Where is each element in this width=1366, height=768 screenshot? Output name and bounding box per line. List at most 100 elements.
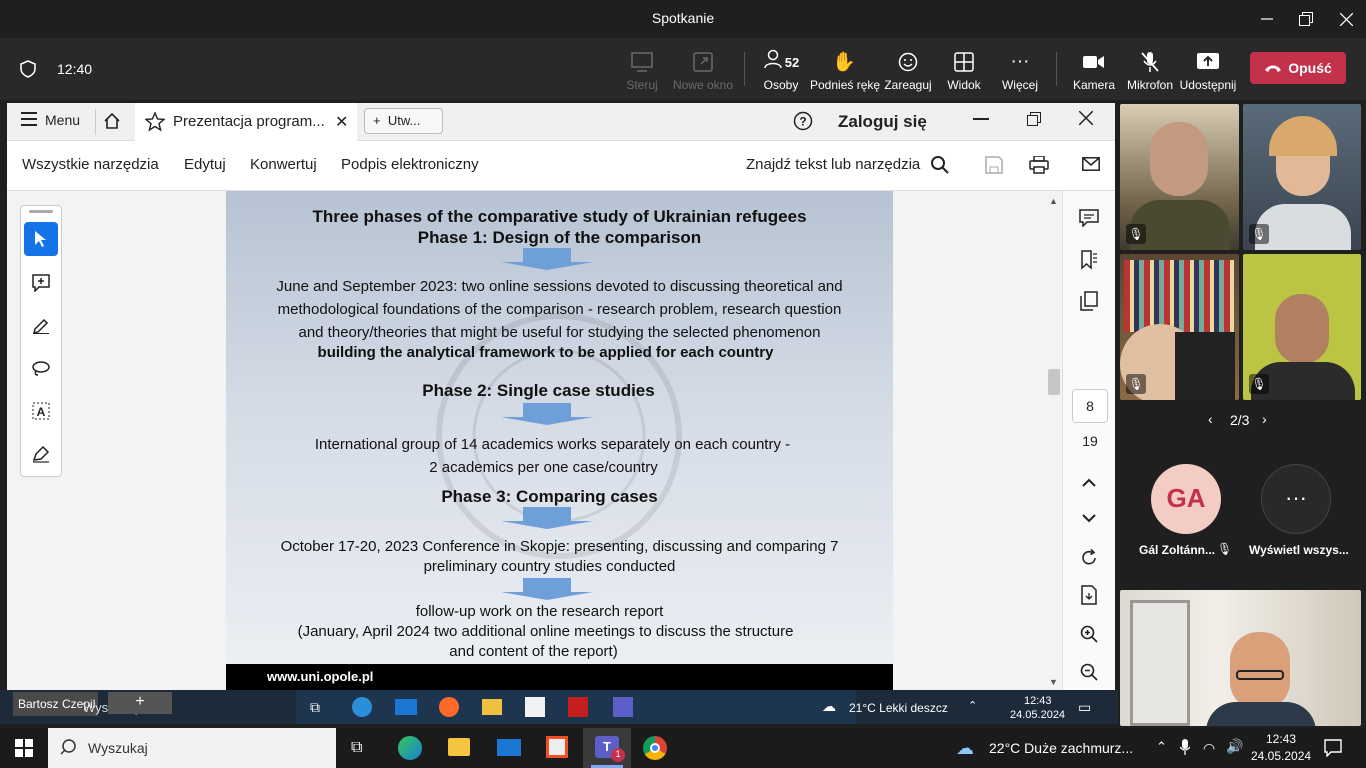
right-tools-rail: 8 19 <box>1062 191 1115 690</box>
drag-handle[interactable] <box>29 210 53 213</box>
more-icon: ··· <box>1010 51 1030 72</box>
windows-start-icon[interactable] <box>15 739 33 762</box>
mail-app-icon[interactable] <box>497 739 521 756</box>
weather-icon[interactable]: ☁ <box>956 738 974 759</box>
raise-hand-button[interactable]: ✋ Podnieś rękę <box>810 50 880 92</box>
task-view-icon[interactable]: ⧉ <box>351 739 362 757</box>
shared-screen-taskbar: Bartosz Czepil Wyszukaj + ⧉ ☁ 21°C Lekki… <box>0 690 1118 724</box>
tray-chevron-icon[interactable]: ⌃ <box>1156 739 1167 755</box>
participant-video[interactable]: 🎙 <box>1243 104 1361 250</box>
sign-in-link[interactable]: Zaloguj się <box>838 112 927 132</box>
microphone-icon[interactable] <box>1179 739 1191 760</box>
acrobat-restore-button[interactable] <box>1027 112 1041 131</box>
close-tab-icon[interactable]: ✕ <box>335 112 348 132</box>
acrobat-document-area: A Three phases of the comparative study … <box>7 191 1115 690</box>
camera-icon <box>1062 50 1126 74</box>
more-button[interactable]: ··· Więcej <box>988 50 1052 92</box>
save-icon[interactable] <box>985 156 1003 178</box>
steer-button[interactable]: Steruj <box>610 50 674 92</box>
mail-icon[interactable] <box>1082 157 1100 175</box>
participant-body <box>1206 702 1316 726</box>
print-icon[interactable] <box>1029 155 1049 178</box>
avatar[interactable]: GA <box>1151 464 1221 534</box>
inner-tray-chevron-icon: ⌃ <box>968 700 978 712</box>
participant-video[interactable]: 🎙 <box>1120 104 1239 250</box>
tool-edit[interactable]: Edytuj <box>184 156 226 173</box>
notification-icon[interactable] <box>1324 739 1342 762</box>
maximize-button[interactable] <box>1291 6 1321 32</box>
phase1-text: and theory/theories that might be useful… <box>298 324 821 341</box>
document-tab[interactable]: Prezentacja program... ✕ <box>135 103 357 141</box>
pager-prev-icon[interactable]: ‹ <box>1208 411 1213 427</box>
home-icon[interactable] <box>103 112 121 135</box>
mic-off-icon: 🎙 <box>1126 374 1146 394</box>
acrobat-close-button[interactable] <box>1078 110 1094 130</box>
participant-video[interactable]: 🎙 <box>1243 254 1361 400</box>
text-box-icon[interactable]: A <box>24 394 58 428</box>
close-button[interactable] <box>1331 6 1361 32</box>
comment-icon[interactable] <box>24 266 58 300</box>
tool-e-sign[interactable]: Podpis elektroniczny <box>341 156 479 173</box>
teams-taskbar-button[interactable]: T 1 <box>583 728 631 768</box>
tool-convert[interactable]: Konwertuj <box>250 156 317 173</box>
volume-icon[interactable]: 🔊 <box>1226 738 1243 755</box>
chrome-icon[interactable] <box>643 736 667 760</box>
rotate-icon[interactable] <box>1075 544 1103 572</box>
edge-icon[interactable] <box>398 736 422 760</box>
leave-button[interactable]: Opuść <box>1250 52 1346 84</box>
taskbar-search-box[interactable]: Wyszukaj <box>48 728 336 768</box>
participant-video[interactable]: 🎙 <box>1120 254 1239 400</box>
phase1-text: June and September 2023: two online sess… <box>276 278 843 295</box>
react-button[interactable]: Zareaguj <box>876 50 940 92</box>
store-icon[interactable] <box>546 736 568 758</box>
share-button[interactable]: Udostępnij <box>1176 50 1240 92</box>
taskbar-weather[interactable]: 22°C Duże zachmurz... <box>989 740 1133 756</box>
menu-button[interactable]: Menu <box>21 112 80 129</box>
star-icon[interactable] <box>144 111 166 137</box>
pages-icon[interactable] <box>1075 287 1103 315</box>
explorer-icon[interactable] <box>448 738 470 756</box>
new-window-button[interactable]: Nowe okno <box>671 50 735 92</box>
arrow-down-icon <box>501 248 593 270</box>
highlight-pen-icon[interactable] <box>24 308 58 342</box>
divider <box>95 109 96 135</box>
mic-button[interactable]: Mikrofon <box>1118 50 1182 92</box>
show-all-label[interactable]: Wyświetl wszys... <box>1249 543 1349 557</box>
camera-button[interactable]: Kamera <box>1062 50 1126 92</box>
wifi-icon[interactable]: ◠ <box>1203 740 1215 757</box>
tool-all-tools[interactable]: Wszystkie narzędzia <box>22 156 159 173</box>
acrobat-minimize-button[interactable] <box>973 118 989 120</box>
new-tab-button[interactable]: + Utw... <box>364 108 443 134</box>
people-button[interactable]: 52 Osoby <box>749 49 813 92</box>
help-icon[interactable]: ? <box>793 111 813 136</box>
bookmarks-icon[interactable] <box>1075 246 1103 274</box>
more-participants-icon[interactable]: ··· <box>1261 464 1331 534</box>
zoom-in-icon[interactable] <box>1075 620 1103 648</box>
lasso-draw-icon[interactable] <box>24 351 58 385</box>
followup-text: (January, April 2024 two additional onli… <box>297 623 794 640</box>
clock-time[interactable]: 12:43 <box>1266 732 1296 746</box>
inner-taskbar-icons: ⧉ <box>296 690 856 724</box>
page-scrollbar[interactable]: ▲ ▼ <box>1046 191 1062 690</box>
zoom-out-icon[interactable] <box>1075 658 1103 686</box>
page-number-input[interactable]: 8 <box>1072 389 1108 423</box>
select-cursor-icon[interactable] <box>24 222 58 256</box>
comments-icon[interactable] <box>1075 204 1103 232</box>
chevron-up-icon[interactable] <box>1075 468 1103 496</box>
chevron-down-icon[interactable] <box>1075 504 1103 532</box>
scroll-thumb[interactable] <box>1048 369 1060 395</box>
page-tools-icon[interactable] <box>1075 581 1103 609</box>
participant-video-self[interactable] <box>1120 590 1361 726</box>
glasses <box>1236 670 1284 680</box>
participant-face <box>1150 122 1208 196</box>
find-text-input[interactable]: Znajdź tekst lub narzędzia <box>746 156 920 173</box>
pager-next-icon[interactable]: › <box>1262 411 1267 427</box>
sign-pen-icon[interactable] <box>24 437 58 471</box>
scroll-down-icon[interactable]: ▼ <box>1049 677 1058 687</box>
add-button[interactable]: + <box>108 692 172 714</box>
view-button[interactable]: Widok <box>932 50 996 92</box>
search-icon[interactable] <box>931 156 949 178</box>
clock-date[interactable]: 24.05.2024 <box>1251 749 1311 763</box>
minimize-button[interactable] <box>1252 6 1282 32</box>
scroll-up-icon[interactable]: ▲ <box>1049 196 1058 206</box>
